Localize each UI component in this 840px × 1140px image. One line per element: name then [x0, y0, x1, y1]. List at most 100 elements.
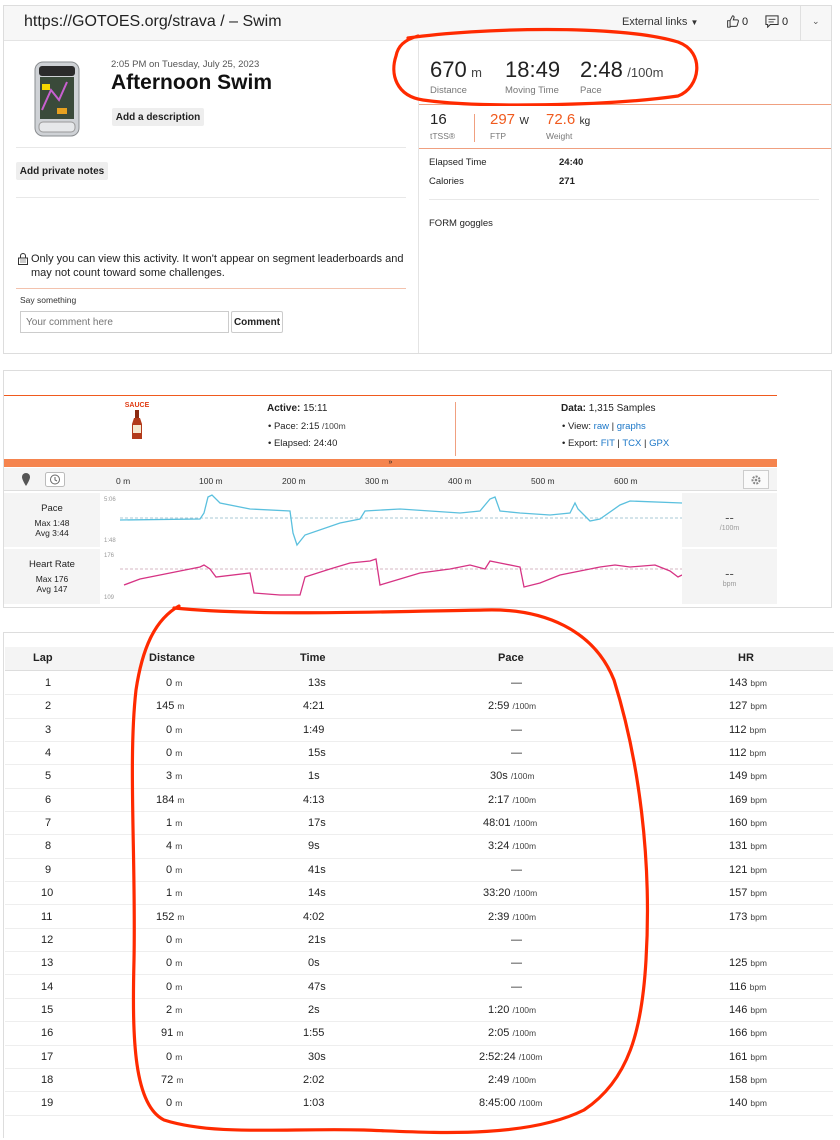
distance-cell-unit: m [175, 934, 183, 945]
hr-cell: 169 bpm [729, 794, 767, 806]
distance-cell-unit: m [175, 724, 183, 735]
chevron-down-icon[interactable]: ⌄ [812, 16, 820, 27]
lap-cell-value: 3 [45, 723, 52, 736]
hr-cell-unit: bpm [750, 1028, 767, 1039]
time-cell-value: 9s [308, 840, 320, 853]
header-pace[interactable]: Pace [498, 652, 524, 664]
distance-cell-value: 1 [166, 817, 173, 830]
pace-cell-value: — [511, 723, 522, 736]
pace-cell-unit: /100m [512, 911, 537, 922]
pace-chart[interactable] [100, 493, 682, 547]
comments-button[interactable]: 0 [765, 15, 788, 28]
external-links-dropdown[interactable]: External links ▼ [622, 16, 698, 28]
table-row[interactable]: 11 152 m 4:02 2:39 /100m 173 bpm [5, 906, 833, 929]
table-row[interactable]: 10 1 m 14s 33:20 /100m 157 bpm [5, 882, 833, 906]
activity-name[interactable]: Afternoon Swim [111, 71, 272, 95]
hr-cell-value: 146 [729, 1003, 748, 1016]
pace-cell-value: 2:05 [488, 1027, 510, 1040]
pace-cell-value: — [511, 863, 522, 876]
distance-cell-unit: m [175, 678, 183, 688]
table-row[interactable]: 12 0 m 21s — [5, 929, 833, 953]
table-row[interactable]: 2 145 m 4:21 2:59 /100m 127 bpm [5, 695, 833, 719]
distance-cell-value: 0 [166, 723, 173, 736]
view-graphs-link[interactable]: graphs [617, 421, 646, 432]
lap-cell-value: 18 [41, 1073, 54, 1086]
distance-cell: 0 m [166, 677, 182, 689]
export-tcx-link[interactable]: TCX [622, 438, 641, 449]
distance-cell-unit: m [177, 794, 185, 805]
table-row[interactable]: 8 4 m 9s 3:24 /100m 131 bpm [5, 835, 833, 859]
hr-chart-title: Heart Rate [29, 559, 75, 570]
table-row[interactable]: 19 0 m 1:03 8:45:00 /100m 140 bpm [5, 1092, 833, 1116]
distance-cell-unit: m [175, 981, 183, 992]
distance-cell: 0 m [166, 981, 182, 993]
distance-cell: 3 m [166, 770, 182, 782]
time-cell-value: 15s [308, 747, 326, 760]
distance-cell-unit: m [175, 864, 183, 875]
kudos-button[interactable]: 0 [726, 15, 748, 28]
export-gpx-link[interactable]: GPX [649, 438, 669, 449]
gear-name[interactable]: FORM goggles [429, 218, 493, 229]
table-row[interactable]: 3 0 m 1:49 — 112 bpm [5, 719, 833, 742]
lap-cell: 17 [41, 1051, 53, 1063]
table-row[interactable]: 16 91 m 1:55 2:05 /100m 166 bpm [5, 1022, 833, 1046]
header-hr[interactable]: HR [738, 652, 754, 664]
hr-cell-unit: bpm [750, 888, 767, 899]
distance-cell: 0 m [166, 1097, 182, 1109]
distance-cell-unit: m [175, 818, 183, 829]
settings-button[interactable] [743, 470, 769, 489]
time-cell: 41s [308, 864, 326, 876]
pace-cell-unit: /100m [512, 1028, 537, 1039]
header-lap[interactable]: Lap [33, 652, 53, 664]
hr-cell-unit: bpm [750, 841, 767, 852]
hr-cell: 112 bpm [729, 747, 766, 759]
moving-time-label: Moving Time [505, 85, 559, 96]
add-description-button[interactable]: Add a description [112, 108, 204, 126]
pace-cell-unit: /100m [518, 1098, 543, 1109]
table-row[interactable]: 17 0 m 30s 2:52:24 /100m 161 bpm [5, 1046, 833, 1069]
pace-chart-max: Max 1:48 [34, 518, 70, 528]
header-time[interactable]: Time [300, 652, 325, 664]
table-row[interactable]: 14 0 m 47s — 116 bpm [5, 976, 833, 999]
data-line: Data: 1,315 Samples [561, 403, 656, 414]
heart-rate-chart[interactable] [100, 549, 682, 604]
distance-cell-value: 1 [166, 887, 173, 900]
view-raw-link[interactable]: raw [594, 421, 609, 432]
ftp-value[interactable]: 297 [490, 111, 515, 128]
pace-y-top: 5:06 [104, 497, 116, 503]
distance-cell-unit: m [175, 748, 183, 759]
distance-cell-unit: m [177, 701, 185, 712]
time-cell: 4:13 [303, 794, 324, 806]
export-fit-link[interactable]: FIT [601, 438, 615, 449]
pace-cell: 2:52:24 /100m [479, 1051, 542, 1063]
distance-cell-unit: m [177, 911, 185, 922]
table-row[interactable]: 18 72 m 2:02 2:49 /100m 158 bpm [5, 1069, 833, 1093]
hr-cell: 127 bpm [729, 700, 767, 712]
collapse-bar[interactable]: » [4, 459, 777, 467]
hr-cell: 149 bpm [729, 770, 767, 782]
table-row[interactable]: 15 2 m 2s 1:20 /100m 146 bpm [5, 999, 833, 1023]
table-row[interactable]: 5 3 m 1s 30s /100m 149 bpm [5, 765, 833, 789]
table-row[interactable]: 13 0 m 0s — 125 bpm [5, 952, 833, 976]
comment-input[interactable] [20, 311, 229, 333]
distance-cell: 0 m [166, 934, 182, 946]
time-cell: 4:21 [303, 700, 324, 712]
distance-cell: 0 m [166, 957, 182, 969]
table-row[interactable]: 6 184 m 4:13 2:17 /100m 169 bpm [5, 789, 833, 813]
clock-icon[interactable] [45, 472, 65, 487]
external-links-label: External links [622, 16, 688, 28]
pace-value: 2:48 [580, 57, 623, 82]
pace-cell: 2:59 /100m [488, 700, 536, 712]
header-distance[interactable]: Distance [149, 652, 195, 664]
table-row[interactable]: 9 0 m 41s — 121 bpm [5, 859, 833, 883]
add-private-notes-button[interactable]: Add private notes [16, 162, 108, 180]
table-row[interactable]: 4 0 m 15s — 112 bpm [5, 742, 833, 766]
weight-value[interactable]: 72.6 [546, 111, 575, 128]
time-cell: 15s [308, 747, 326, 759]
table-row[interactable]: 1 0 m 13s — 143 bpm [5, 672, 833, 696]
table-row[interactable]: 7 1 m 17s 48:01 /100m 160 bpm [5, 812, 833, 836]
lap-cell-value: 2 [45, 700, 52, 713]
comment-button[interactable]: Comment [231, 311, 283, 333]
map-pin-icon[interactable] [21, 473, 31, 486]
hr-cell-unit: bpm [749, 748, 767, 759]
